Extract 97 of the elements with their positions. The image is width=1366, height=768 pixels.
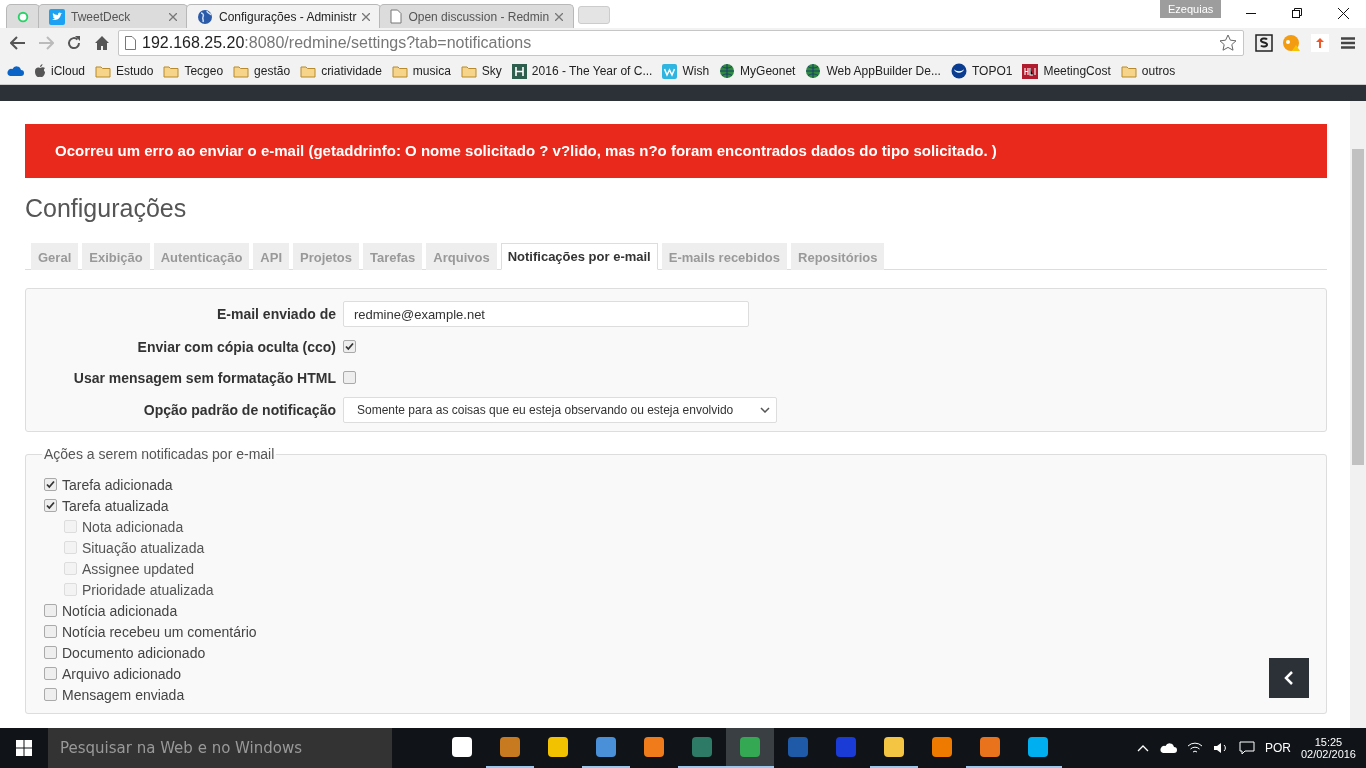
checkbox[interactable] [343, 371, 356, 384]
address-bar[interactable]: 192.168.25.20:8080/redmine/settings?tab=notifications [118, 30, 1244, 56]
browser-tab[interactable]: Configurações - Administr [186, 4, 382, 28]
taskbar-app[interactable] [726, 728, 774, 768]
cloud-icon[interactable] [1158, 742, 1177, 754]
option-label: Assignee updated [82, 560, 195, 577]
option-label: Tarefa adicionada [62, 476, 173, 493]
checkbox[interactable] [44, 604, 57, 617]
page-title: Configurações [25, 194, 188, 223]
option-label: Mensagem enviada [62, 686, 185, 703]
scrollbar[interactable] [1350, 101, 1366, 728]
cloud-icon [6, 65, 24, 77]
home-icon [94, 35, 110, 51]
option-label: Nota adicionada [82, 518, 184, 535]
url-text: 192.168.25.20:8080/redmine/settings?tab=notifications [142, 34, 533, 52]
apple-icon [34, 64, 46, 78]
checkbox[interactable] [44, 499, 57, 512]
bookmark[interactable]: 2016 - The Year of C... [511, 63, 653, 79]
folder-icon [391, 64, 408, 78]
option-label: Notícia adicionada [62, 602, 178, 619]
bookmark[interactable]: MyGeonet [719, 63, 796, 79]
bookmark[interactable]: gestão [233, 64, 291, 78]
globe-icon [805, 63, 822, 79]
close-icon[interactable] [555, 12, 564, 21]
search-field[interactable]: Pesquisar na Web e no Windows [48, 728, 392, 768]
notification-icon[interactable] [1238, 741, 1255, 755]
checkbox[interactable] [44, 667, 57, 680]
bookmark[interactable]: MeetingCost [1022, 63, 1111, 79]
hbr-logo-icon [1022, 63, 1039, 79]
option-label: Notícia recebeu um comentário [62, 623, 257, 640]
folder-icon [163, 64, 180, 78]
bookmark[interactable]: outros [1120, 64, 1176, 78]
w-letter-icon [662, 63, 678, 79]
wifi-icon[interactable] [1186, 741, 1203, 755]
chevron-down-icon [760, 407, 770, 413]
bookmark[interactable]: TOPO1 [950, 63, 1013, 79]
page-icon [125, 36, 136, 50]
warning-badge-icon [1282, 34, 1302, 52]
bookmark[interactable]: musica [391, 64, 451, 78]
back-arrow-icon [10, 36, 26, 50]
minimize-icon [1246, 12, 1256, 14]
bookmark[interactable] [6, 65, 24, 77]
star-icon[interactable] [1219, 34, 1237, 52]
globe-icon [719, 63, 736, 79]
option-label: Documento adicionado [62, 644, 206, 661]
bookmark[interactable]: criatividade [300, 64, 382, 78]
option-label: Situação atualizada [82, 539, 205, 556]
folder-icon [1120, 64, 1137, 78]
close-icon[interactable] [169, 12, 177, 21]
restore-icon [1292, 8, 1302, 18]
folder-icon [460, 64, 477, 78]
field-label: Opção padrão de notificação [142, 402, 336, 418]
folder-icon [233, 64, 250, 78]
clock[interactable]: 15:25 02/02/2016 [1300, 736, 1356, 760]
browser-tab[interactable]: TweetDeck [38, 4, 188, 28]
folder-icon [300, 64, 317, 78]
checkbox[interactable] [44, 646, 57, 659]
language-indicator[interactable]: POR [1264, 741, 1291, 755]
reload-icon [66, 35, 82, 51]
windows-logo-icon [16, 740, 32, 756]
folder-icon [95, 64, 112, 78]
chevron-left-icon [1284, 671, 1294, 685]
bookmark[interactable]: Wish [662, 63, 710, 79]
browser-tab[interactable]: Open discussion - Redmin [379, 4, 575, 28]
extension-button[interactable] [1252, 31, 1276, 55]
settings-tab[interactable]: Notificações por e-mail [500, 243, 658, 270]
h-letter-icon [511, 63, 527, 79]
bookmark[interactable]: Web AppBuilder De... [805, 63, 941, 79]
section-legend: Ações a serem notificadas por e-mail [42, 446, 277, 462]
field-label: Usar mensagem sem formatação HTML [72, 369, 336, 386]
notification-dropdown[interactable]: Somente para as coisas que eu esteja observando ou esteja envolvido [343, 397, 777, 423]
field-label: E-mail enviado de [215, 306, 336, 322]
option-label: Arquivo adicionado [62, 665, 182, 682]
bookmark[interactable]: Estudo [95, 64, 154, 78]
error-message: Ocorreu um erro ao enviar o e-mail (getaddrinfo: O nome solicitado ? v?lido, mas n?o foram encontrados dados do tipo solicitado. ) [25, 124, 1327, 178]
checkbox[interactable] [343, 340, 356, 353]
option-label: Prioridade atualizada [82, 581, 214, 598]
forward-arrow-icon [38, 36, 54, 50]
chevron-up-icon[interactable] [1136, 744, 1149, 752]
checkbox[interactable] [44, 478, 57, 491]
bookmark[interactable]: Tecgeo [163, 64, 224, 78]
speaker-icon[interactable] [1212, 741, 1229, 755]
sidebar-toggle-button[interactable] [1269, 658, 1309, 698]
email-field[interactable]: redmine@example.net [343, 301, 749, 327]
menu-icon [1341, 37, 1355, 49]
close-icon[interactable] [362, 12, 371, 21]
checkbox[interactable] [44, 625, 57, 638]
s-letter-icon [1255, 34, 1273, 52]
globe-icon [197, 8, 213, 25]
checkbox[interactable] [44, 688, 57, 701]
bookmark[interactable]: iCloud [34, 64, 86, 78]
option-label: Tarefa atualizada [62, 497, 169, 514]
close-icon [1337, 7, 1349, 19]
page-icon [390, 9, 403, 24]
bookmark[interactable]: Sky [460, 64, 502, 78]
bird-icon [49, 8, 65, 25]
field-label: Enviar com cópia oculta (cco) [136, 338, 336, 355]
